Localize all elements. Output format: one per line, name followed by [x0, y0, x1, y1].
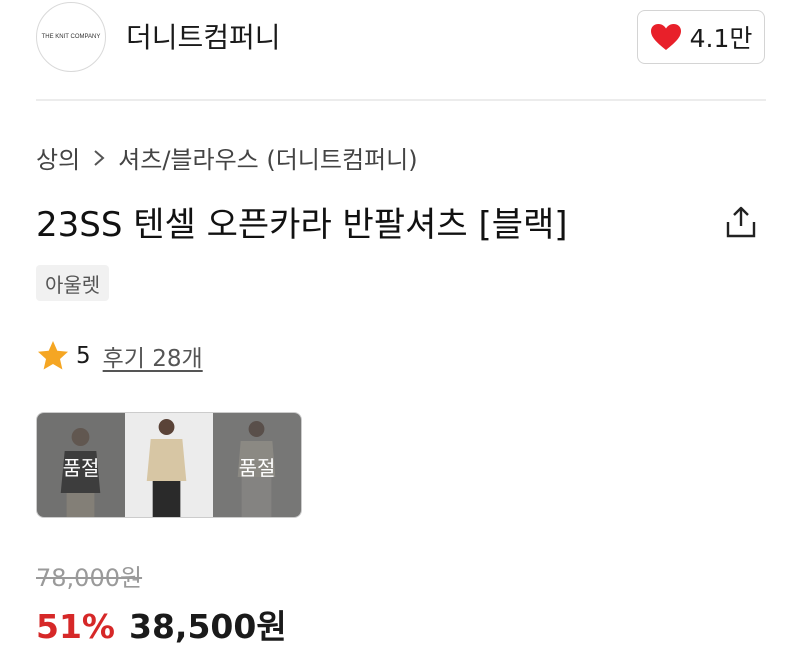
- store-logo[interactable]: THE KNIT COMPANY: [36, 2, 106, 72]
- sale-price: 38,500원: [129, 607, 287, 646]
- share-button[interactable]: [722, 203, 760, 241]
- sold-out-overlay: 품절: [37, 413, 125, 517]
- option-thumbnails: 품절 품절: [36, 412, 302, 518]
- price-row: 51% 38,500원: [36, 600, 287, 648]
- rating-score: 5: [76, 343, 91, 369]
- thumbnail-option-3[interactable]: 품절: [213, 413, 301, 517]
- like-count: 4.1만: [689, 24, 753, 53]
- breadcrumb: 상의 셔츠/블라우스 (더니트컴퍼니): [36, 140, 418, 175]
- review-link[interactable]: 후기 28개: [103, 339, 203, 373]
- chevron-right-icon: [92, 148, 106, 168]
- sold-out-overlay: 품절: [213, 413, 301, 517]
- thumbnail-option-2[interactable]: [125, 413, 213, 517]
- heart-icon: [650, 24, 681, 50]
- share-icon: [726, 206, 756, 238]
- model-photo-image: [125, 413, 213, 517]
- store-logo-text: THE KNIT COMPANY: [41, 34, 101, 40]
- product-title: 23SS 텐셀 오픈카라 반팔셔츠 [블랙]: [36, 205, 568, 245]
- store-name[interactable]: 더니트컴퍼니: [126, 16, 281, 56]
- rating-row: 5 후기 28개: [36, 338, 203, 374]
- original-price: 78,000원: [36, 564, 143, 592]
- discount-rate: 51%: [36, 607, 115, 646]
- store-header: THE KNIT COMPANY 더니트컴퍼니 4.1만: [0, 0, 800, 101]
- product-page: THE KNIT COMPANY 더니트컴퍼니 4.1만 상의 셔츠/블라우스 …: [0, 0, 800, 652]
- star-icon: [38, 341, 68, 370]
- like-button[interactable]: 4.1만: [637, 10, 765, 64]
- header-divider: [36, 99, 766, 101]
- breadcrumb-category[interactable]: 상의: [36, 140, 80, 175]
- thumbnail-option-1[interactable]: 품절: [37, 413, 125, 517]
- breadcrumb-subcategory[interactable]: 셔츠/블라우스 (더니트컴퍼니): [118, 140, 417, 175]
- outlet-tag: 아울렛: [36, 265, 110, 301]
